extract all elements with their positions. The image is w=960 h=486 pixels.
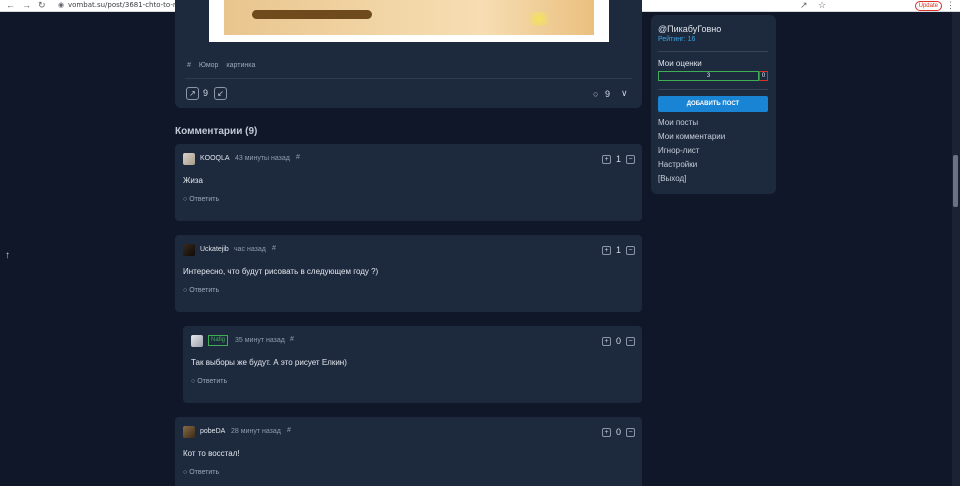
comment: KOOQLA 43 минуты назад # + 1 − Жиза ○ От… <box>175 144 642 221</box>
reply-button[interactable]: ○ Ответить <box>183 469 219 476</box>
comment: Uckatejib час назад # + 1 − Интересно, ч… <box>175 235 642 312</box>
update-button[interactable]: Update <box>914 1 942 11</box>
menu-my-posts[interactable]: Мои посты <box>658 118 698 127</box>
speech-bubble-icon: ○ <box>183 196 188 203</box>
scroll-up-icon[interactable]: ↑ <box>5 250 10 261</box>
avatar[interactable] <box>191 335 203 347</box>
post-card: # Юмор картинка ↗ 9 ↙ ○ 9 ∨ <box>175 0 642 108</box>
forward-icon[interactable]: → <box>22 0 31 11</box>
reply-button[interactable]: ○ Ответить <box>183 287 219 294</box>
scrollbar-thumb[interactable] <box>953 155 958 207</box>
comment-time[interactable]: час назад <box>234 246 266 253</box>
share-page-icon[interactable]: ↗ <box>800 0 808 11</box>
comment-link[interactable]: # <box>272 245 276 252</box>
reply-label: Ответить <box>189 196 220 203</box>
comment-score: 1 <box>616 154 622 164</box>
post-tags: # Юмор картинка <box>187 62 261 69</box>
comment: pobeDA 28 минут назад # + 0 − Кот то вос… <box>175 417 642 486</box>
comment-link[interactable]: # <box>290 336 294 343</box>
downvote-icon[interactable]: − <box>626 337 635 346</box>
comment-reply: Nafig 35 минут назад # + 0 − Так выборы … <box>183 326 642 403</box>
divider <box>658 51 768 52</box>
speech-bubble-icon: ○ <box>191 378 196 385</box>
reply-button[interactable]: ○ Ответить <box>183 196 219 203</box>
tag-humor[interactable]: Юмор <box>199 62 219 69</box>
user-sidebar: @ПикабуГовно Рейтинг: 16 Мои оценки 3 0 … <box>651 15 776 194</box>
comment-score: 1 <box>616 245 622 255</box>
reload-icon[interactable]: ↻ <box>38 0 46 11</box>
back-icon[interactable]: ← <box>6 0 15 11</box>
comment-text: Так выборы же будут. А это рисует Елкин) <box>191 358 347 367</box>
comments-heading: Комментарии (9) <box>175 126 258 137</box>
comment-time[interactable]: 43 минуты назад <box>235 155 290 162</box>
menu-ignore-list[interactable]: Игнор-лист <box>658 146 699 155</box>
speech-bubble-icon: ○ <box>183 469 188 476</box>
add-post-button[interactable]: ДОБАВИТЬ ПОСТ <box>658 96 768 112</box>
comment-count: 9 <box>605 89 611 99</box>
reply-label: Ответить <box>197 378 228 385</box>
post-score: 9 <box>203 88 209 98</box>
downvote-icon[interactable]: − <box>626 246 635 255</box>
comment-time[interactable]: 28 минут назад <box>231 428 281 435</box>
downvote-icon[interactable]: − <box>626 155 635 164</box>
comment-author[interactable]: Uckatejib <box>200 246 229 253</box>
downvote-icon[interactable]: − <box>626 428 635 437</box>
tag-hash: # <box>187 62 191 69</box>
user-rating: Рейтинг: 16 <box>658 36 696 43</box>
reply-label: Ответить <box>189 287 220 294</box>
tag-picture[interactable]: картинка <box>226 62 255 69</box>
reply-button[interactable]: ○ Ответить <box>191 378 227 385</box>
upvote-icon[interactable]: + <box>602 155 611 164</box>
menu-logout[interactable]: [Выход] <box>658 174 686 183</box>
username[interactable]: @ПикабуГовно <box>658 24 721 34</box>
avatar[interactable] <box>183 426 195 438</box>
divider <box>185 78 632 79</box>
post-image <box>209 0 609 42</box>
lock-icon[interactable]: ◉ <box>58 0 64 11</box>
upvote-icon[interactable]: + <box>602 246 611 255</box>
comment-score: 0 <box>616 336 622 346</box>
grades-negative-bar: 0 <box>759 71 768 81</box>
menu-settings[interactable]: Настройки <box>658 160 697 169</box>
speech-bubble-icon: ○ <box>183 287 188 294</box>
upvote-icon[interactable]: + <box>602 428 611 437</box>
menu-my-comments[interactable]: Мои комментарии <box>658 132 725 141</box>
reply-label: Ответить <box>189 469 220 476</box>
comment-author[interactable]: pobeDA <box>200 428 225 435</box>
avatar[interactable] <box>183 153 195 165</box>
bookmark-star-icon[interactable]: ☆ <box>818 0 826 11</box>
comment-author[interactable]: KOOQLA <box>200 155 230 162</box>
comments-icon[interactable]: ○ <box>593 89 598 99</box>
upvote-icon[interactable]: + <box>602 337 611 346</box>
scrollbar[interactable] <box>952 12 960 486</box>
comment-score: 0 <box>616 427 622 437</box>
comment-text: Кот то восстал! <box>183 449 240 458</box>
comment-link[interactable]: # <box>287 427 291 434</box>
menu-dots-icon[interactable]: ⋮ <box>946 0 955 11</box>
downvote-icon[interactable]: ↙ <box>214 87 227 100</box>
upvote-icon[interactable]: ↗ <box>186 87 199 100</box>
grades-positive-bar: 3 <box>658 71 759 81</box>
grades-label: Мои оценки <box>658 59 702 68</box>
divider <box>658 89 768 90</box>
comment-link[interactable]: # <box>296 154 300 161</box>
comment-time[interactable]: 35 минут назад <box>235 337 285 344</box>
share-icon[interactable]: ∨ <box>621 88 628 99</box>
avatar[interactable] <box>183 244 195 256</box>
author-badge[interactable]: Nafig <box>208 335 229 346</box>
comment-text: Жиза <box>183 176 203 185</box>
comment-text: Интересно, что будут рисовать в следующе… <box>183 267 379 276</box>
